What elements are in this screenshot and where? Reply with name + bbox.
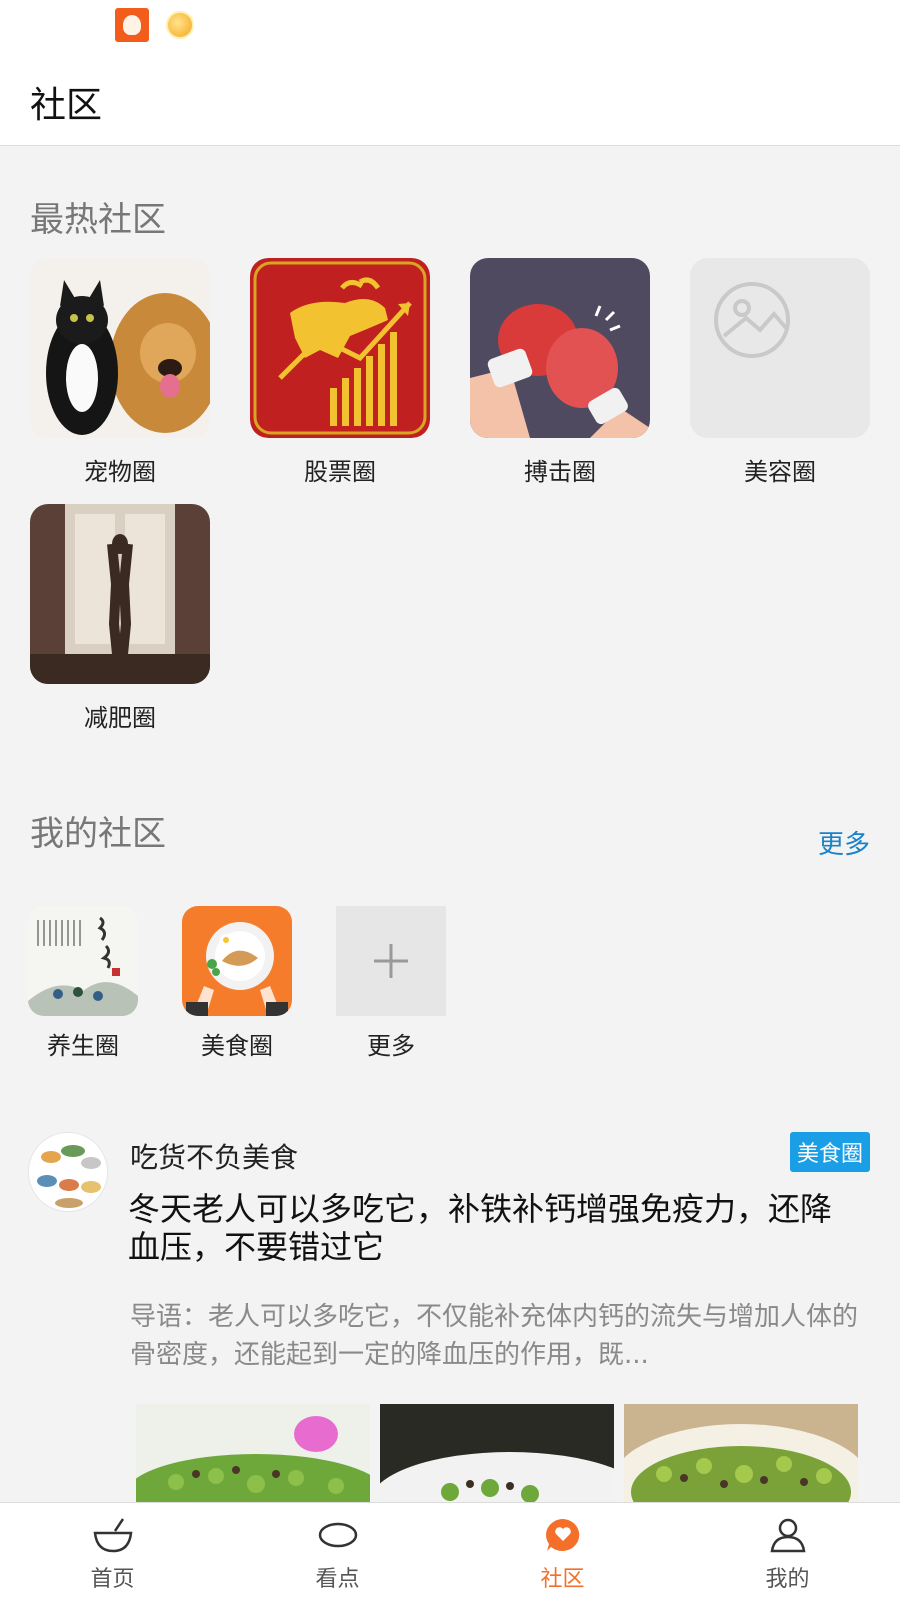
my-community-food[interactable]: 美食圈 — [182, 906, 292, 1061]
post-tag-badge[interactable]: 美食圈 — [789, 1132, 870, 1172]
post-author[interactable]: 吃货不负美食 — [130, 1136, 298, 1176]
add-community-button[interactable]: 更多 — [336, 906, 446, 1061]
tab-mine[interactable]: 我的 — [675, 1503, 900, 1600]
hot-community-boxing[interactable]: 搏击圈 — [470, 258, 650, 487]
header: 社区 — [0, 52, 900, 146]
post-image[interactable] — [624, 1404, 858, 1502]
hot-community-stocks[interactable]: 股票圈 — [250, 258, 430, 487]
my-section-title: 我的社区 — [30, 814, 166, 854]
tab-label: 我的 — [765, 1567, 810, 1592]
post-summary: 导语：老人可以多吃它，不仅能补充体内钙的流失与增加人体的骨密度，还能起到一定的降… — [130, 1302, 859, 1370]
my-community-label: 养生圈 — [47, 1032, 119, 1060]
post-image[interactable] — [380, 1404, 614, 1502]
hot-communities-section: 最热社区 宠物圈 股票圈 搏击圈 美容圈 减肥圈 — [0, 160, 900, 772]
hot-community-label: 减肥圈 — [84, 704, 156, 732]
my-community-label: 美食圈 — [201, 1032, 273, 1060]
bull-chart-icon — [250, 258, 430, 438]
tab-home[interactable]: 首页 — [0, 1503, 225, 1600]
hot-community-fitness[interactable]: 减肥圈 — [30, 504, 210, 733]
bottom-tab-bar: 首页 看点 社区 我的 — [0, 1502, 900, 1600]
hot-community-label: 股票圈 — [304, 458, 376, 486]
post-card[interactable]: 吃货不负美食 美食圈 冬天老人可以多吃它，补铁补钙增强免疫力，还降血压，不要错过… — [0, 1102, 900, 1502]
community-icon — [545, 1519, 579, 1551]
hot-community-beauty[interactable]: 美容圈 — [690, 258, 870, 487]
hot-community-label: 宠物圈 — [84, 458, 156, 486]
tab-label: 社区 — [540, 1567, 585, 1592]
author-avatar[interactable] — [28, 1132, 108, 1212]
food-plate-icon — [182, 906, 292, 1016]
hot-community-label: 搏击圈 — [524, 458, 596, 486]
my-communities-section: 我的社区 更多 养生圈 美食圈 更多 — [0, 786, 900, 1090]
hot-community-label: 美容圈 — [744, 458, 816, 486]
person-icon — [770, 1518, 805, 1553]
pets-thumbnail — [30, 258, 210, 438]
status-bar — [0, 0, 900, 52]
boxing-gloves-icon — [470, 258, 650, 438]
post-title[interactable]: 冬天老人可以多吃它，补铁补钙增强免疫力，还降血压，不要错过它 — [128, 1190, 858, 1266]
fitness-thumbnail — [30, 504, 210, 684]
bowl-icon — [93, 1518, 132, 1553]
tab-label: 首页 — [90, 1567, 135, 1592]
hot-community-pets[interactable]: 宠物圈 — [30, 258, 210, 487]
image-placeholder-icon — [690, 258, 870, 438]
coin-notification-icon — [166, 11, 194, 39]
hot-section-title: 最热社区 — [30, 200, 166, 240]
page-title: 社区 — [30, 85, 103, 126]
post-image[interactable] — [136, 1404, 370, 1502]
plus-icon — [336, 906, 446, 1016]
tab-highlights[interactable]: 看点 — [225, 1503, 450, 1600]
my-community-label: 更多 — [367, 1032, 415, 1060]
app-notification-icon — [115, 8, 149, 42]
tab-label: 看点 — [315, 1567, 360, 1592]
my-community-health[interactable]: 养生圈 — [28, 906, 138, 1061]
tab-community[interactable]: 社区 — [450, 1503, 675, 1600]
health-thumbnail — [28, 906, 138, 1016]
more-link[interactable]: 更多 — [818, 824, 870, 861]
eye-icon — [318, 1522, 357, 1548]
